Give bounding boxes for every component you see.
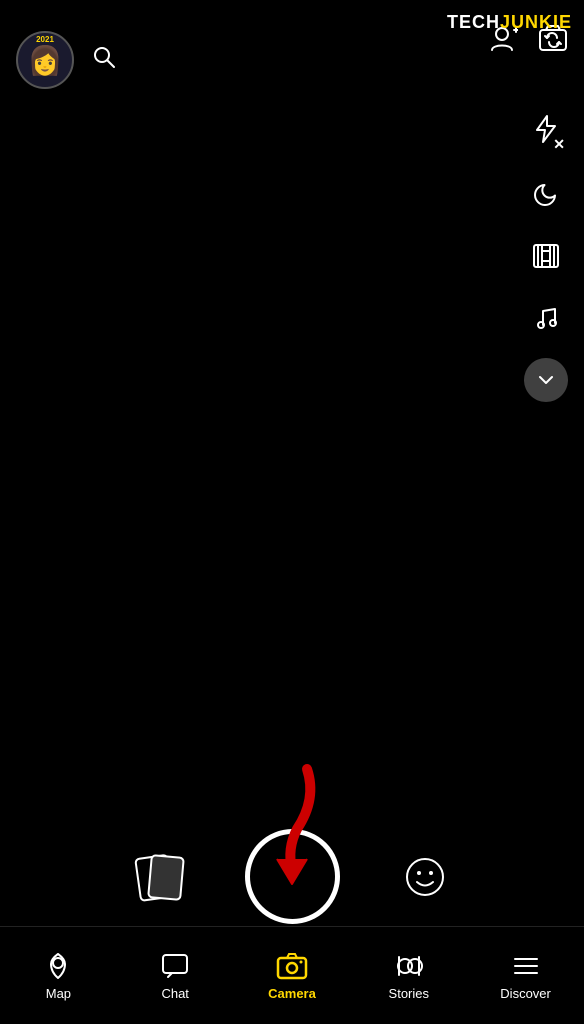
memories-button[interactable] bbox=[135, 852, 185, 902]
nav-label-chat: Chat bbox=[161, 986, 188, 1001]
smiley-icon bbox=[404, 856, 446, 898]
nav-item-chat[interactable]: Chat bbox=[117, 951, 234, 1001]
map-icon bbox=[43, 951, 73, 981]
nav-item-map[interactable]: Map bbox=[0, 951, 117, 1001]
nav-label-camera: Camera bbox=[268, 986, 316, 1001]
moon-icon bbox=[533, 181, 559, 207]
flash-off-button[interactable]: ✕ bbox=[524, 110, 568, 154]
chevron-down-icon bbox=[535, 369, 557, 391]
avatar-bitmoji: 👩 bbox=[28, 44, 63, 77]
discover-icon bbox=[511, 951, 541, 981]
nav-item-stories[interactable]: Stories bbox=[350, 951, 467, 1001]
film-button[interactable] bbox=[524, 234, 568, 278]
nav-label-stories: Stories bbox=[389, 986, 429, 1001]
film-icon bbox=[532, 243, 560, 269]
nav-item-discover[interactable]: Discover bbox=[467, 951, 584, 1001]
camera-controls bbox=[0, 829, 584, 924]
avatar-year: 2021 bbox=[36, 35, 54, 44]
flash-x-mark: ✕ bbox=[553, 136, 565, 153]
camera-nav-icon bbox=[276, 951, 308, 981]
lens-button[interactable] bbox=[400, 852, 450, 902]
nav-item-camera[interactable]: Camera bbox=[234, 951, 351, 1001]
right-sidebar: ✕ bbox=[524, 110, 568, 402]
card-front bbox=[147, 854, 185, 901]
search-icon bbox=[90, 43, 118, 71]
more-options-button[interactable] bbox=[524, 358, 568, 402]
watermark-junkie: JUNKIE bbox=[500, 12, 572, 32]
music-icon bbox=[533, 305, 559, 331]
night-mode-button[interactable] bbox=[524, 172, 568, 216]
watermark: TECHJUNKIE bbox=[447, 12, 572, 33]
shutter-button[interactable] bbox=[245, 829, 340, 924]
avatar[interactable]: 2021 👩 bbox=[16, 31, 74, 89]
search-button[interactable] bbox=[90, 43, 118, 78]
bottom-navigation: Map Chat Camera Stories bbox=[0, 926, 584, 1024]
nav-label-map: Map bbox=[46, 986, 71, 1001]
music-button[interactable] bbox=[524, 296, 568, 340]
chat-icon bbox=[160, 951, 190, 981]
watermark-tech: TECH bbox=[447, 12, 500, 32]
stories-icon bbox=[393, 951, 425, 981]
nav-label-discover: Discover bbox=[500, 986, 551, 1001]
